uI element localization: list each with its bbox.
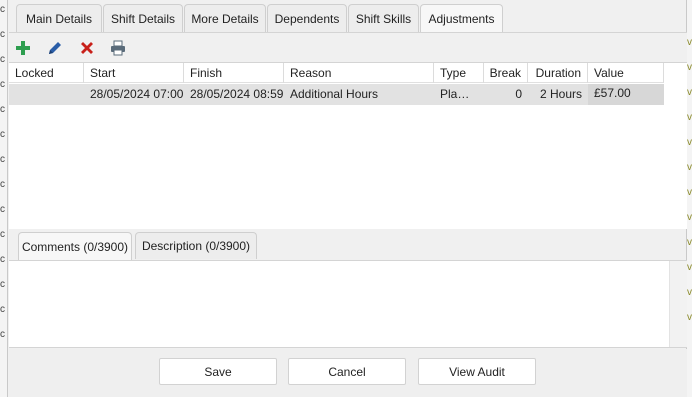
pencil-icon — [49, 42, 61, 54]
dialog-button-bar: Save Cancel View Audit — [9, 349, 687, 397]
cell-value: £57.00 — [588, 84, 664, 105]
background-row-glyph: v — [687, 37, 692, 48]
save-button[interactable]: Save — [159, 358, 277, 385]
background-row-glyph: v — [687, 162, 692, 173]
background-row-glyph: v — [687, 137, 692, 148]
background-row-glyph: v — [687, 312, 692, 323]
tab-comments[interactable]: Comments (0/3900) — [18, 232, 132, 260]
column-header-value[interactable]: Value — [588, 63, 664, 83]
tab-dependents[interactable]: Dependents — [267, 4, 347, 32]
background-row-glyph: v — [687, 237, 692, 248]
column-header-locked[interactable]: Locked — [9, 63, 84, 83]
adjustments-grid: Locked Start Finish Reason Type Break Du… — [9, 62, 687, 229]
tab-description[interactable]: Description (0/3900) — [135, 232, 257, 259]
tab-shift-skills[interactable]: Shift Skills — [348, 4, 419, 32]
tab-more-details[interactable]: More Details — [184, 4, 266, 32]
red-x-icon — [81, 42, 93, 54]
adjustments-toolbar — [9, 32, 687, 62]
background-row-glyph: v — [687, 262, 692, 273]
main-tab-strip: Main Details Shift Details More Details … — [16, 4, 504, 33]
tab-shift-details[interactable]: Shift Details — [103, 4, 183, 32]
background-row-glyph: v — [687, 62, 692, 73]
printer-icon — [111, 40, 125, 56]
cell-break: 0 — [515, 87, 522, 101]
background-row-glyph: v — [687, 287, 692, 298]
column-header-type[interactable]: Type — [434, 63, 484, 83]
cell-duration: 2 Hours — [539, 87, 582, 101]
background-row-glyph: v — [687, 87, 692, 98]
column-header-break[interactable]: Break — [484, 63, 528, 83]
cell-reason: Additional Hours — [290, 87, 379, 101]
tab-adjustments[interactable]: Adjustments — [420, 4, 503, 33]
background-window-right-edge: v v v v v v v v v v v v — [687, 0, 692, 397]
table-row[interactable]: 28/05/2024 07:00 28/05/2024 08:59 Additi… — [9, 84, 664, 105]
grid-header: Locked Start Finish Reason Type Break Du… — [9, 63, 664, 83]
print-button[interactable] — [109, 39, 127, 57]
notes-tab-strip: Comments (0/3900) Description (0/3900) — [18, 232, 260, 260]
column-header-start[interactable]: Start — [84, 63, 184, 83]
cancel-button[interactable]: Cancel — [288, 358, 406, 385]
delete-adjustment-button[interactable] — [78, 39, 96, 57]
background-row-glyph: v — [687, 212, 692, 223]
comments-scrollbar[interactable] — [669, 261, 687, 347]
edit-adjustment-button[interactable] — [46, 39, 64, 57]
cell-type: Planned — [440, 87, 478, 101]
cell-finish: 28/05/2024 08:59 — [190, 87, 284, 101]
column-header-duration[interactable]: Duration — [528, 63, 588, 83]
tab-main-details[interactable]: Main Details — [16, 4, 102, 32]
column-header-reason[interactable]: Reason — [284, 63, 434, 83]
cell-start: 28/05/2024 07:00 — [90, 87, 184, 101]
adjustments-dialog: Main Details Shift Details More Details … — [7, 0, 687, 397]
add-adjustment-button[interactable] — [14, 39, 32, 57]
plus-icon — [16, 41, 30, 55]
comments-textarea[interactable] — [9, 260, 687, 348]
view-audit-button[interactable]: View Audit — [418, 358, 536, 385]
column-header-finish[interactable]: Finish — [184, 63, 284, 83]
background-row-glyph: v — [687, 112, 692, 123]
cell-locked — [9, 84, 84, 105]
background-row-glyph: v — [687, 187, 692, 198]
